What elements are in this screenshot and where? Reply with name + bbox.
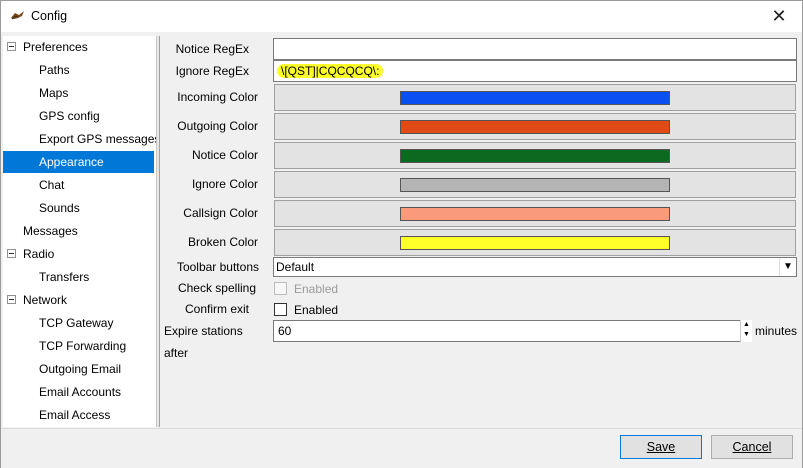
color-label: Ignore Color	[191, 177, 258, 191]
ignore-regex-value: \[QST]|CQCQCQ\:	[277, 64, 384, 78]
check-spelling-enabled-label: Enabled	[294, 282, 339, 296]
ignore-regex-input[interactable]: \[QST]|CQCQCQ\:	[273, 60, 797, 82]
collapse-icon[interactable]	[7, 249, 16, 258]
color-label: Notice Color	[191, 148, 258, 162]
expire-stations-label: Expire stations after	[164, 324, 243, 360]
tree-item-label: TCP Gateway	[39, 316, 114, 330]
save-button-label: Save	[646, 440, 676, 454]
confirm-exit-checkbox[interactable]	[274, 303, 287, 316]
tree-item-tcp-gateway[interactable]: TCP Gateway	[39, 312, 113, 334]
tree-item-label: Chat	[39, 178, 65, 192]
tree-item-label: Messages	[23, 224, 78, 238]
color-swatch	[400, 149, 670, 163]
tree-item-transfers[interactable]: Transfers	[39, 266, 89, 288]
tree-item-email-access[interactable]: Email Access	[39, 404, 110, 426]
tree-item-tcp-forwarding[interactable]: TCP Forwarding	[39, 335, 126, 357]
color-picker-button[interactable]	[274, 229, 796, 256]
color-label: Outgoing Color	[177, 119, 258, 133]
color-picker-button[interactable]	[274, 200, 796, 227]
tree-item-gps-config[interactable]: GPS config	[39, 105, 100, 127]
tree-item-paths[interactable]: Paths	[39, 59, 70, 81]
check-spelling-checkbox[interactable]	[274, 282, 287, 295]
check-spelling-label: Check spelling	[177, 281, 256, 295]
tree-item-chat[interactable]: Chat	[39, 174, 64, 196]
notice-regex-input[interactable]	[273, 38, 797, 60]
tree-item-network[interactable]: Network	[23, 289, 67, 311]
close-icon[interactable]: ✕	[756, 1, 802, 32]
color-picker-button[interactable]	[274, 142, 796, 169]
cancel-button-label: Cancel	[732, 440, 772, 454]
config-window: Config ✕ Preferences Paths Maps GPS config E…	[0, 0, 803, 468]
tree-item-email-accounts[interactable]: Email Accounts	[39, 381, 121, 403]
tree-item-label: Export GPS messages	[39, 132, 156, 146]
save-button[interactable]: Save	[620, 435, 702, 459]
tree-item-label: GPS config	[39, 109, 100, 123]
confirm-exit-enabled-label: Enabled	[294, 303, 339, 317]
color-swatch	[400, 178, 670, 192]
color-swatch	[400, 91, 670, 105]
tree-item-appearance[interactable]: Appearance	[3, 151, 154, 173]
color-swatch	[400, 207, 670, 221]
tree-item-label: TCP Forwarding	[39, 339, 127, 353]
tree-item-label: Sounds	[39, 201, 80, 215]
ignore-regex-label: Ignore RegEx	[175, 64, 249, 78]
tree-item-outgoing-email[interactable]: Outgoing Email	[39, 358, 121, 380]
confirm-exit-label: Confirm exit	[184, 302, 249, 316]
toolbar-buttons-label: Toolbar buttons	[176, 260, 259, 274]
tree-item-label: Email Accounts	[39, 385, 122, 399]
tree-item-label: Maps	[39, 86, 69, 100]
appearance-panel: Notice RegEx Ignore RegEx \[QST]|CQCQCQ\…	[159, 36, 800, 427]
color-picker-button[interactable]	[274, 84, 796, 111]
color-picker-button[interactable]	[274, 171, 796, 198]
button-bar: Save Cancel	[1, 428, 802, 468]
chevron-down-icon[interactable]: ▼	[779, 258, 796, 276]
tree-item-messages[interactable]: Messages	[23, 220, 78, 242]
tree-item-label: Paths	[39, 63, 70, 77]
tree-item-label: Radio	[23, 247, 55, 261]
tree-item-preferences[interactable]: Preferences	[23, 36, 88, 58]
window-title: Config	[31, 9, 68, 23]
collapse-icon[interactable]	[7, 42, 16, 51]
tree-item-label: Outgoing Email	[39, 362, 122, 376]
toolbar-buttons-select[interactable]: Default ▼	[273, 257, 797, 277]
spin-down-icon[interactable]: ▼	[741, 330, 752, 340]
app-icon	[10, 9, 26, 24]
title-bar: Config ✕	[1, 1, 802, 32]
color-picker-button[interactable]	[274, 113, 796, 140]
color-swatch	[400, 120, 670, 134]
tree-item-label: Network	[23, 293, 68, 307]
tree-item-label: Transfers	[39, 270, 90, 284]
tree-item-sounds[interactable]: Sounds	[39, 197, 80, 219]
notice-regex-label: Notice RegEx	[175, 42, 249, 56]
tree-item-label: Preferences	[23, 40, 88, 54]
color-label: Broken Color	[187, 235, 258, 249]
expire-stations-input[interactable]: 60	[273, 320, 751, 342]
toolbar-buttons-value: Default	[276, 260, 315, 274]
spin-up-icon[interactable]: ▲	[741, 320, 752, 330]
expire-stations-unit: minutes	[755, 324, 798, 338]
color-label: Callsign Color	[183, 206, 258, 220]
tree-item-label: Email Access	[39, 408, 111, 422]
tree-item-export-gps-messages[interactable]: Export GPS messages	[39, 128, 156, 150]
tree-item-maps[interactable]: Maps	[39, 82, 68, 104]
tree-item-radio[interactable]: Radio	[23, 243, 54, 265]
tree-item-label: Appearance	[39, 155, 104, 169]
cancel-button[interactable]: Cancel	[711, 435, 793, 459]
collapse-icon[interactable]	[7, 295, 16, 304]
color-label: Incoming Color	[177, 90, 258, 104]
color-swatch	[400, 236, 670, 250]
expire-stations-spinner[interactable]: ▲ ▼	[740, 320, 752, 342]
settings-tree: Preferences Paths Maps GPS config Export GPS…	[3, 36, 156, 427]
